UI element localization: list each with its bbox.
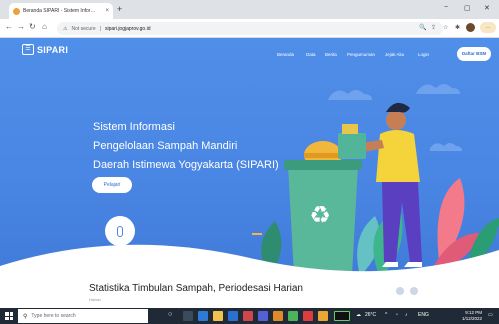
share-icon[interactable]: ⇪ xyxy=(431,24,436,31)
screen: Beranda SIPARI - Sistem Infor… × + − ▢ ✕… xyxy=(0,0,499,324)
app-purple-icon[interactable] xyxy=(258,311,268,321)
search-icon: ⚲ xyxy=(23,313,28,320)
next-arrow-icon[interactable] xyxy=(410,287,418,295)
nav-beranda[interactable]: Beranda xyxy=(277,52,294,57)
app-dark-icon[interactable] xyxy=(334,311,350,321)
app-green-icon[interactable] xyxy=(288,311,298,321)
warning-icon: ⚠ xyxy=(63,25,68,32)
tray-chevron-icon[interactable]: ^ xyxy=(385,312,387,318)
profile-avatar[interactable] xyxy=(466,23,475,32)
close-window-button[interactable]: ✕ xyxy=(484,4,490,12)
nav-berita[interactable]: Berita xyxy=(325,52,337,57)
logo-text: SIPARI xyxy=(37,44,69,55)
browser-toolbar: ← → ↻ ⌂ ⚠ Not secure | sipari.jogjaprov.… xyxy=(0,19,499,38)
app-orange-icon[interactable] xyxy=(273,311,283,321)
scroll-down-button[interactable] xyxy=(105,216,135,246)
slider-indicator xyxy=(252,233,262,235)
tab-strip: Beranda SIPARI - Sistem Infor… × + − ▢ ✕ xyxy=(0,0,499,19)
security-label: Not secure xyxy=(71,25,96,32)
home-icon[interactable]: ⌂ xyxy=(42,22,47,31)
taskbar-clock[interactable]: 9:12 PM 1/12/2022 xyxy=(462,310,482,322)
network-icon[interactable]: ◔ xyxy=(395,312,398,318)
favicon-icon xyxy=(13,7,20,15)
cortana-icon[interactable]: ○ xyxy=(168,311,178,321)
site-logo[interactable]: ☰ SIPARI xyxy=(22,44,68,55)
edge-icon[interactable] xyxy=(198,311,208,321)
prev-arrow-icon[interactable] xyxy=(396,287,404,295)
star-icon[interactable]: ☆ xyxy=(443,24,448,31)
taskbar-search-placeholder: Type here to search xyxy=(31,313,76,319)
weather-temp[interactable]: 26°C xyxy=(365,312,376,318)
minimize-button[interactable]: − xyxy=(444,4,448,11)
hero-title-line-2: Pengelolaan Sampah Mandiri xyxy=(93,140,238,152)
section-subtitle: Harian xyxy=(89,297,101,302)
hero-cta-button[interactable]: Pelajari xyxy=(92,177,132,193)
register-button[interactable]: Daftar BSM xyxy=(457,47,491,61)
hero-title-line-3: Daerah Istimewa Yogyakarta (SIPARI) xyxy=(93,159,279,171)
forward-icon[interactable]: → xyxy=(17,22,25,31)
section-title: Statistika Timbulan Sampah, Periodesasi … xyxy=(89,283,303,294)
extensions-icon[interactable]: ✱ xyxy=(455,24,460,31)
key-icon[interactable]: 🔍 xyxy=(419,24,426,31)
windows-start-icon[interactable] xyxy=(5,312,13,320)
nav-jejak[interactable]: Jejak Aku xyxy=(385,52,404,57)
hero-title-line-1: Sistem Informasi xyxy=(93,121,175,133)
tab-close-button[interactable]: × xyxy=(105,8,109,14)
reload-icon[interactable]: ↻ xyxy=(29,22,36,31)
nav-pengumuman[interactable]: Pengumuman xyxy=(347,52,375,57)
chrome-icon[interactable] xyxy=(318,311,328,321)
clock-date: 1/12/2022 xyxy=(462,316,483,321)
logo-icon: ☰ xyxy=(22,44,34,55)
volume-icon[interactable]: ♪ xyxy=(405,312,408,318)
wave-divider xyxy=(0,244,499,308)
weather-icon[interactable]: ☁ xyxy=(356,312,361,318)
task-view-icon[interactable] xyxy=(183,311,193,321)
back-icon[interactable]: ← xyxy=(5,22,13,31)
new-tab-button[interactable]: + xyxy=(117,4,122,14)
lang-label[interactable]: ENG xyxy=(418,312,429,318)
svg-text:♻: ♻ xyxy=(309,201,331,229)
file-explorer-icon[interactable] xyxy=(213,311,223,321)
mouse-icon xyxy=(117,225,123,237)
address-bar[interactable]: ⚠ Not secure | sipari.jogjaprov.go.id xyxy=(57,22,443,35)
taskbar-search[interactable]: ⚲ Type here to search xyxy=(18,309,148,323)
app-red2-icon[interactable] xyxy=(303,311,313,321)
browser-tab[interactable]: Beranda SIPARI - Sistem Infor… × xyxy=(9,3,113,19)
maximize-button[interactable]: ▢ xyxy=(464,4,471,12)
notification-icon[interactable]: ▭ xyxy=(488,312,493,318)
url-text: sipari.jogjaprov.go.id xyxy=(104,25,151,32)
taskbar: ⚲ Type here to search ○ ☁ 26°C ^ ◔ ♪ ENG… xyxy=(0,308,499,324)
nav-login[interactable]: Login xyxy=(418,52,429,57)
nav-data[interactable]: Data xyxy=(306,52,316,57)
tab-title: Beranda SIPARI - Sistem Infor… xyxy=(23,8,96,14)
store-icon[interactable] xyxy=(228,311,238,321)
browser-menu-button[interactable]: … xyxy=(480,22,496,33)
app-red-icon[interactable] xyxy=(243,311,253,321)
